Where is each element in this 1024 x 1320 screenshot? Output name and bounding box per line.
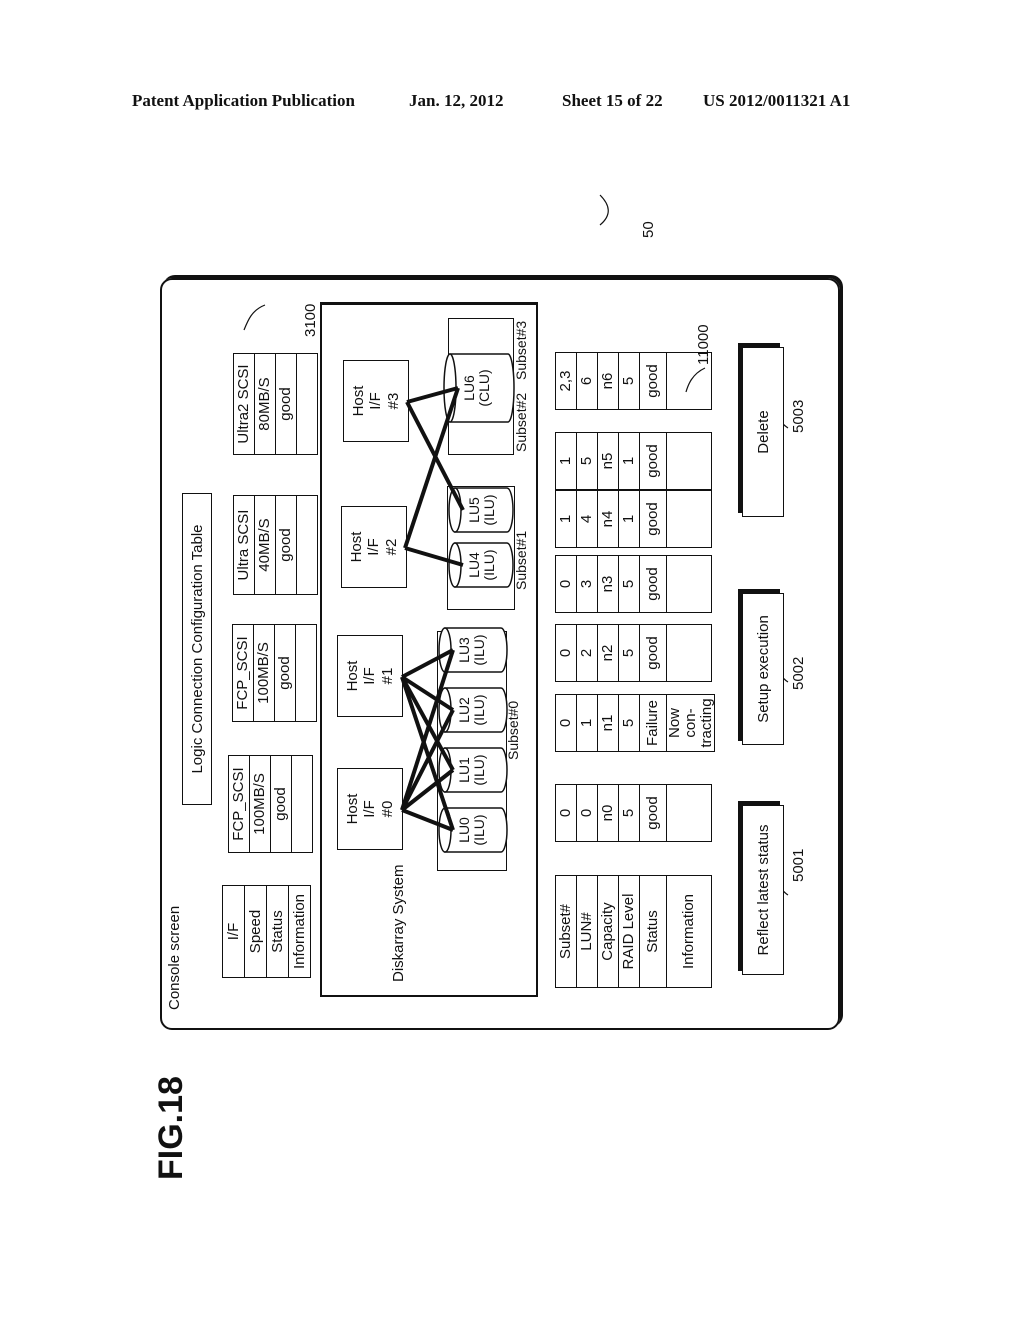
lu-cell-lun: 1: [576, 694, 598, 752]
lu-cell-capacity: n0: [597, 784, 619, 842]
lu-cell-subset: 0: [555, 784, 577, 842]
lu-cell-capacity: n5: [597, 432, 619, 490]
lu-cell-capacity: n3: [597, 555, 619, 613]
publication-date: Jan. 12, 2012: [409, 91, 504, 110]
lu-cell-status: good: [639, 352, 667, 410]
lu-label-raid: RAID Level: [618, 875, 640, 988]
lu-label: LU5 (ILU): [466, 494, 498, 526]
lu-column: 0 0 n0 5 good: [555, 784, 712, 842]
lu-cell-information: Now con- tracting: [666, 694, 715, 752]
lu-cell-status: good: [639, 624, 667, 682]
lu-label: LU1 (ILU): [456, 754, 488, 786]
lu-cell-subset: 0: [555, 555, 577, 613]
lu-label-information: Information: [666, 875, 712, 988]
lu-cell-information: [666, 490, 712, 548]
lu-cell-lun: 5: [576, 432, 598, 490]
lu-label-status: Status: [639, 875, 667, 988]
lu-cell-lun: 3: [576, 555, 598, 613]
lu-label: LU0 (ILU): [456, 814, 488, 846]
lu-cell-subset: 2,3: [555, 352, 577, 410]
lu-cell-status: Failure: [639, 694, 667, 752]
lu-cell-information: [666, 432, 712, 490]
button-ref-5001: 5001: [790, 848, 807, 882]
lu-cell-information: [666, 555, 712, 613]
lu-column: 2,3 6 n6 5 good: [555, 352, 712, 410]
lu-cell-raid: 1: [618, 490, 640, 548]
lu-cell-raid: 5: [618, 694, 640, 752]
lu-table-ref: 11000: [695, 324, 712, 365]
lu-cell-status: good: [639, 490, 667, 548]
lu-column: 0 3 n3 5 good: [555, 555, 712, 613]
patent-number: US 2012/0011321 A1: [703, 91, 851, 110]
lu-cell-subset: 0: [555, 694, 577, 752]
lu-column: 0 2 n2 5 good: [555, 624, 712, 682]
lu-cell-capacity: n6: [597, 352, 619, 410]
lu-cell-status: good: [639, 432, 667, 490]
lu-cell-capacity: n2: [597, 624, 619, 682]
lu-cell-information: [666, 784, 712, 842]
lu-cell-information: [666, 624, 712, 682]
reflect-latest-status-button[interactable]: Reflect latest status: [742, 805, 784, 975]
lu-cell-lun: 0: [576, 784, 598, 842]
lu-cell-raid: 5: [618, 352, 640, 410]
lu-label: LU3 (ILU): [456, 634, 488, 666]
lu-cell-raid: 5: [618, 555, 640, 613]
lu-cell-raid: 1: [618, 432, 640, 490]
lu-label-capacity: Capacity: [597, 875, 619, 988]
lu-label-subset: Subset#: [555, 875, 577, 988]
lu-cell-raid: 5: [618, 624, 640, 682]
lu-column: 0 1 n1 5 Failure Now con- tracting: [555, 694, 715, 752]
lu-column: 1 4 n4 1 good: [555, 490, 712, 548]
button-ref-5002: 5002: [790, 656, 807, 690]
lu-cell-lun: 2: [576, 624, 598, 682]
setup-execution-button[interactable]: Setup execution: [742, 593, 784, 745]
lu-cell-lun: 6: [576, 352, 598, 410]
lu-label: LU4 (ILU): [466, 549, 498, 581]
sheet-number: Sheet 15 of 22: [562, 91, 663, 110]
button-ref-5003: 5003: [790, 399, 807, 433]
lu-cell-status: good: [639, 555, 667, 613]
lu-cell-lun: 4: [576, 490, 598, 548]
publication-label: Patent Application Publication: [132, 91, 355, 110]
lu-cell-subset: 1: [555, 490, 577, 548]
lu-column: 1 5 n5 1 good: [555, 432, 712, 490]
lu-cell-subset: 0: [555, 624, 577, 682]
lu-cell-status: good: [639, 784, 667, 842]
lu-cell-capacity: n4: [597, 490, 619, 548]
figure-canvas: FIG.18 Console screen 50 Logic Connectio…: [140, 194, 860, 1200]
lu-label: LU2 (ILU): [456, 694, 488, 726]
lu-table-labels: Subset# LUN# Capacity RAID Level Status …: [555, 875, 712, 988]
lu-cell-subset: 1: [555, 432, 577, 490]
lu-cell-raid: 5: [618, 784, 640, 842]
lu-cell-capacity: n1: [597, 694, 619, 752]
lu-label-lun: LUN#: [576, 875, 598, 988]
delete-button[interactable]: Delete: [742, 347, 784, 517]
lu-label: LU6 (CLU): [461, 369, 493, 407]
